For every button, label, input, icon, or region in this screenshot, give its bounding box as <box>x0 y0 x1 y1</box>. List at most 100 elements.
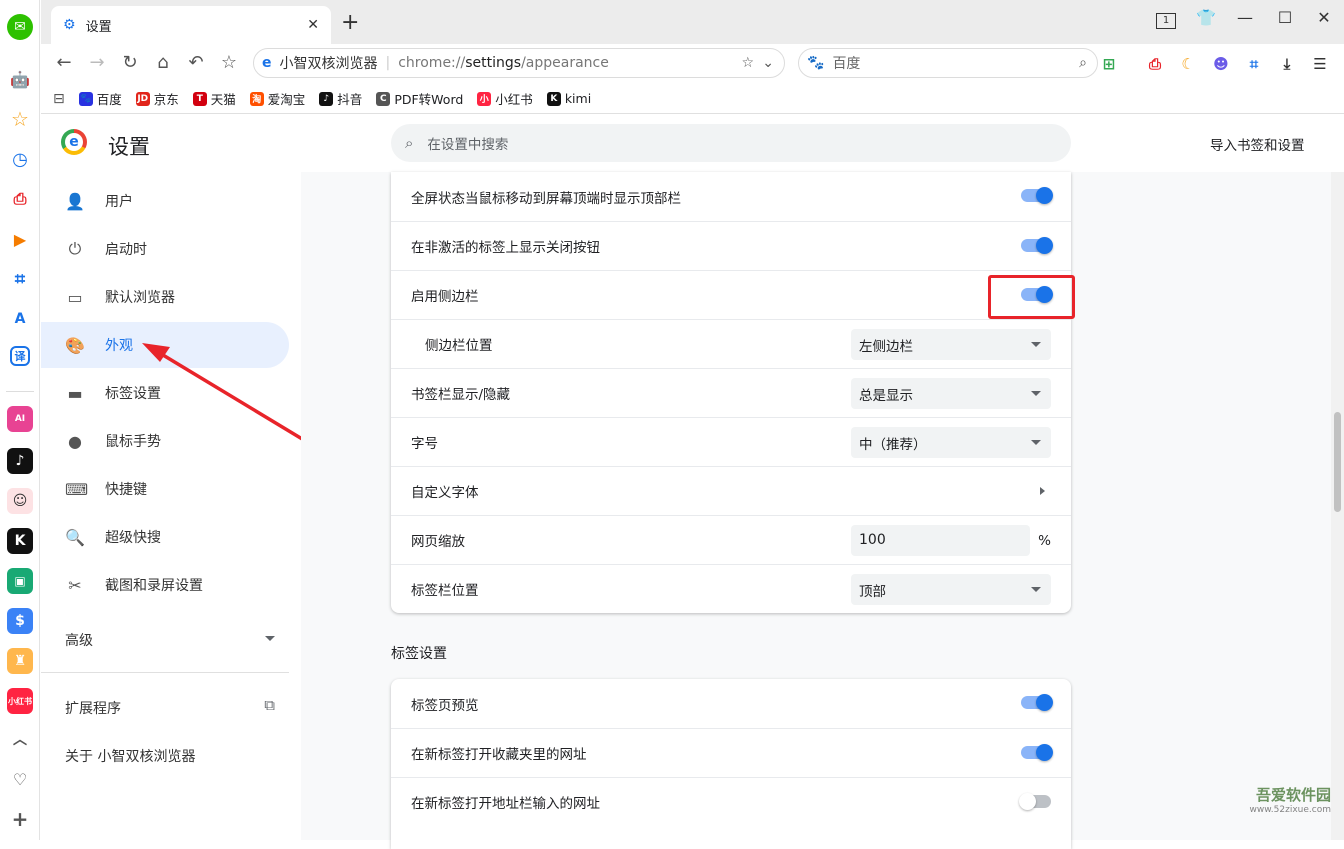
bulb-icon[interactable]: ♡ <box>7 766 33 792</box>
tab-settings[interactable]: ⚙ 设置 ✕ <box>51 6 331 44</box>
nav-item[interactable]: ● 鼠标手势 <box>41 418 289 464</box>
game-app-icon[interactable]: ♜ <box>7 648 33 674</box>
nav-item[interactable]: ⏻ 启动时 <box>41 226 289 272</box>
nav-advanced-label: 高级 <box>65 633 93 649</box>
reload-icon[interactable]: ↻ <box>117 52 143 73</box>
bookmark-item[interactable]: 🐾 百度 <box>78 89 122 108</box>
apps-grid-icon[interactable]: ⊞ <box>1098 53 1120 75</box>
new-tab-button[interactable]: + <box>341 10 359 35</box>
bookmark-bar-select[interactable]: 总是显示 <box>851 378 1051 409</box>
search-icon[interactable]: ⌕ <box>1079 55 1087 71</box>
sidebar-position-select[interactable]: 左侧边栏 <box>851 329 1051 360</box>
clock-icon[interactable]: ◷ <box>7 146 33 172</box>
tabbar-position-select[interactable]: 顶部 <box>851 574 1051 605</box>
nav-item[interactable]: 👤 用户 <box>41 178 289 224</box>
wechat-icon[interactable]: ✉ <box>7 14 33 40</box>
toggle-inactive-close[interactable] <box>1021 237 1053 254</box>
download-icon[interactable]: ⤓ <box>1276 53 1298 75</box>
toggle-tab-preview[interactable] <box>1021 694 1053 711</box>
star-icon[interactable]: ☆ <box>7 106 33 132</box>
omnibox-url-suffix: /appearance <box>521 55 609 71</box>
video-icon[interactable]: ▶ <box>7 226 33 252</box>
bookmark-item[interactable]: Kkimi <box>546 89 591 108</box>
moon-icon[interactable]: ☾ <box>1177 53 1199 75</box>
ocr-icon[interactable]: A <box>7 306 33 332</box>
highlight-box <box>988 275 1075 319</box>
toggle-new-tab-address[interactable] <box>1019 793 1051 810</box>
avatar-app-icon[interactable]: ☺ <box>7 488 33 514</box>
scrollbar-thumb[interactable] <box>1334 412 1341 512</box>
import-bookmarks-link[interactable]: 导入书签和设置 <box>1210 134 1305 154</box>
zoom-input[interactable]: 100 <box>851 525 1030 556</box>
bookmark-item[interactable]: 淘爱淘宝 <box>249 89 305 108</box>
robot-icon[interactable]: 🤖 <box>7 66 33 92</box>
bookmarks-bar: ⊟ 🐾 百度 JD 京东 T 天猫淘爱淘宝 ♪ 抖音 C PDF转Word 小小红书 Kkimi <box>41 84 1344 114</box>
favorite-star-icon[interactable]: ☆ <box>741 55 754 71</box>
nav-item[interactable]: 🔍 超级快搜 <box>41 514 289 560</box>
skin-icon[interactable]: 👕 <box>1191 8 1221 27</box>
bookmark-item[interactable]: ♪ 抖音 <box>319 89 362 108</box>
tab-bar: ⚙ 设置 ✕ + 1 👕 — ☐ ✕ <box>41 0 1344 44</box>
nav-advanced[interactable]: 高级 <box>65 630 275 650</box>
chevron-down-icon <box>265 636 275 641</box>
nav-extensions[interactable]: 扩展程序 ⧉ <box>65 696 275 718</box>
chevron-down-icon[interactable]: ⌄ <box>762 55 774 71</box>
menu-icon[interactable]: ☰ <box>1309 53 1331 75</box>
nav-icon: 👤 <box>65 191 85 211</box>
pdf-icon[interactable]: ⎙ <box>7 186 33 212</box>
search-box[interactable]: 🐾 百度 ⌕ <box>798 48 1098 78</box>
bookmark-favicon-icon: 🐾 <box>78 91 93 106</box>
nav-label: 外观 <box>105 338 133 354</box>
undo-icon[interactable]: ↶ <box>183 52 209 73</box>
xiaohongshu-app-icon[interactable]: 小红书 <box>7 688 33 714</box>
tiktok-icon[interactable]: ♪ <box>7 448 33 474</box>
minimize-icon[interactable]: — <box>1230 8 1260 27</box>
nav-item[interactable]: ✂ 截图和录屏设置 <box>41 562 289 608</box>
nav-label: 快捷键 <box>105 482 147 498</box>
nav-item[interactable]: ▭ 默认浏览器 <box>41 274 289 320</box>
nav-icon: ● <box>68 431 82 451</box>
toggle-new-tab-favorites[interactable] <box>1021 744 1053 761</box>
tab-count-button[interactable]: 1 <box>1151 8 1181 29</box>
bookmark-item[interactable]: C PDF转Word <box>376 89 463 108</box>
pdf-ext-icon[interactable]: ⎙ <box>1144 53 1166 75</box>
translate-icon[interactable]: 译 <box>10 346 30 366</box>
dropdown-arrow-icon <box>1031 391 1041 396</box>
robot-ext-icon[interactable]: ☻ <box>1210 53 1232 75</box>
close-window-icon[interactable]: ✕ <box>1309 8 1339 27</box>
watermark: 吾爱软件园 www.52zixue.com <box>1221 784 1331 815</box>
maximize-icon[interactable]: ☐ <box>1270 8 1300 27</box>
crop-icon[interactable]: ⌗ <box>7 266 33 292</box>
settings-search-input[interactable]: ⌕ 在设置中搜索 <box>391 124 1071 162</box>
close-tab-icon[interactable]: ✕ <box>307 17 319 33</box>
scrollbar[interactable] <box>1331 172 1344 840</box>
address-bar[interactable]: e 小智双核浏览器 | chrome://settings/appearance… <box>253 48 785 78</box>
dollar-app-icon[interactable]: $ <box>7 608 33 634</box>
setting-custom-font[interactable]: 自定义字体 <box>391 466 1071 515</box>
back-icon[interactable]: ← <box>51 52 77 73</box>
bookmark-item[interactable]: 小小红书 <box>477 89 533 108</box>
ai-write-icon[interactable]: AI <box>7 406 33 432</box>
nav-item[interactable]: ⌨ 快捷键 <box>41 466 289 512</box>
font-size-select[interactable]: 中（推荐） <box>851 427 1051 458</box>
monitor-app-icon[interactable]: ▣ <box>7 568 33 594</box>
add-icon[interactable]: + <box>7 806 33 832</box>
toggle-fullscreen-topbar[interactable] <box>1021 187 1053 204</box>
crop-ext-icon[interactable]: ⌗ <box>1243 53 1265 75</box>
home-icon[interactable]: ⌂ <box>150 52 176 73</box>
nav-icon: ▭ <box>67 287 83 307</box>
bookmark-star-icon[interactable]: ☆ <box>216 52 242 73</box>
nav-about[interactable]: 关于 小智双核浏览器 <box>65 746 195 766</box>
sidebar-toggle-icon[interactable]: ⊟ <box>53 91 65 107</box>
bookmark-item[interactable]: T 天猫 <box>192 89 236 108</box>
forward-icon[interactable]: → <box>84 52 110 73</box>
dropdown-arrow-icon <box>1031 342 1041 347</box>
chevron-up-icon[interactable]: ︿ <box>7 726 33 752</box>
external-link-icon: ⧉ <box>264 696 275 714</box>
nav-extensions-label: 扩展程序 <box>65 701 121 717</box>
kimi-app-icon[interactable]: K <box>7 528 33 554</box>
bookmark-favicon-icon: K <box>546 91 561 106</box>
nav-item[interactable]: 🎨 外观 <box>41 322 289 368</box>
bookmark-item[interactable]: JD 京东 <box>135 89 179 108</box>
nav-item[interactable]: ▬ 标签设置 <box>41 370 289 416</box>
